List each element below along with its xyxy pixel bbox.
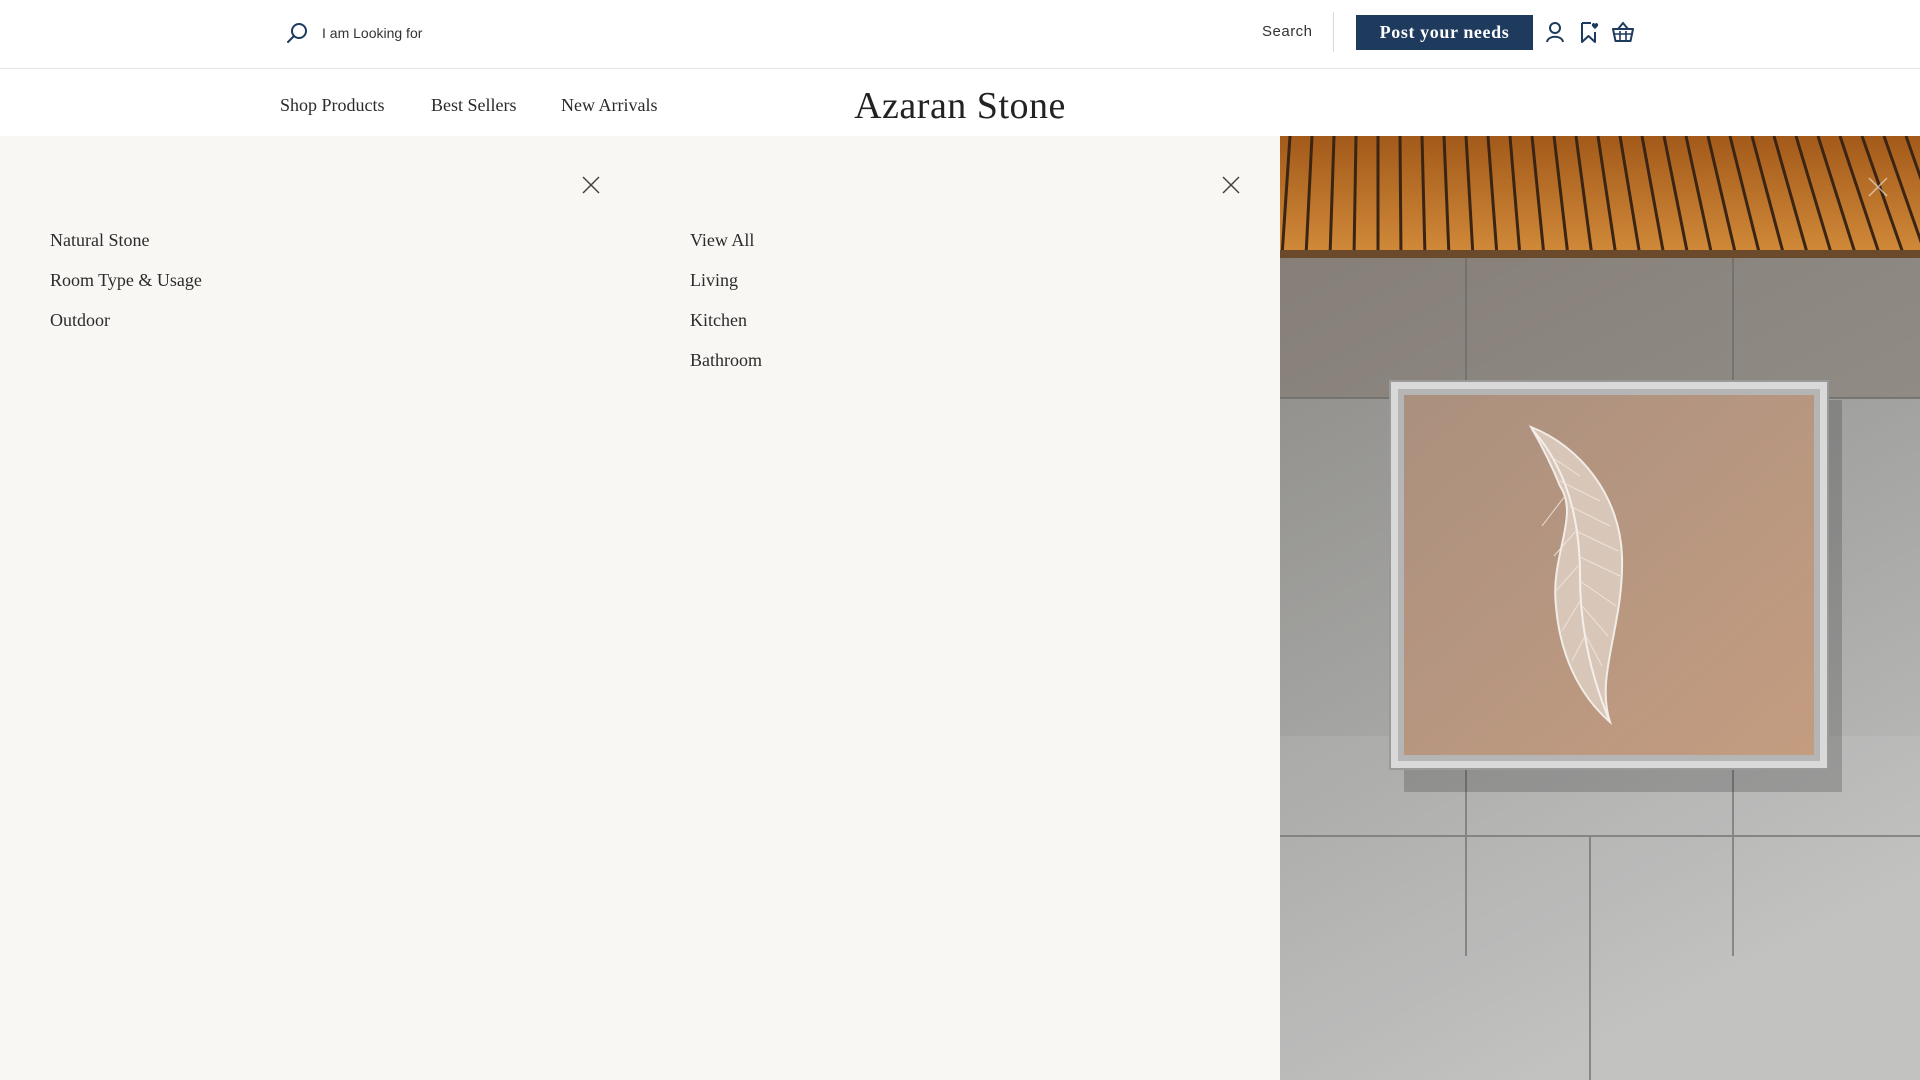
main-nav: Shop Products Best Sellers New Arrivals … [0, 70, 1920, 136]
close-icon[interactable] [580, 174, 602, 196]
menu-item-natural-stone[interactable]: Natural Stone [50, 220, 202, 260]
subcategory-list: View All Living Kitchen Bathroom [690, 220, 762, 380]
post-your-needs-button[interactable]: Post your needs [1356, 15, 1533, 50]
framed-leaf-artwork-photo [1280, 136, 1920, 1080]
top-bar: Search Post your needs [0, 0, 1920, 69]
basket-icon[interactable] [1611, 20, 1635, 44]
menu-item-living[interactable]: Living [690, 260, 762, 300]
search-icon[interactable] [284, 20, 310, 46]
feature-image [1280, 136, 1920, 1080]
wishlist-icon[interactable] [1577, 20, 1601, 44]
close-icon[interactable] [1220, 174, 1242, 196]
menu-item-kitchen[interactable]: Kitchen [690, 300, 762, 340]
brand-logo[interactable]: Azaran Stone [0, 84, 1920, 128]
search-button[interactable]: Search [1262, 23, 1313, 40]
menu-item-outdoor[interactable]: Outdoor [50, 300, 202, 340]
menu-item-bathroom[interactable]: Bathroom [690, 340, 762, 380]
menu-item-room-type-usage[interactable]: Room Type & Usage [50, 260, 202, 300]
header-divider [1333, 12, 1334, 52]
mega-menu-panel: Natural Stone Room Type & Usage Outdoor … [0, 136, 1280, 1080]
category-list: Natural Stone Room Type & Usage Outdoor [50, 220, 202, 340]
search-input[interactable] [322, 20, 922, 46]
account-icon[interactable] [1543, 20, 1567, 44]
menu-item-view-all[interactable]: View All [690, 220, 762, 260]
